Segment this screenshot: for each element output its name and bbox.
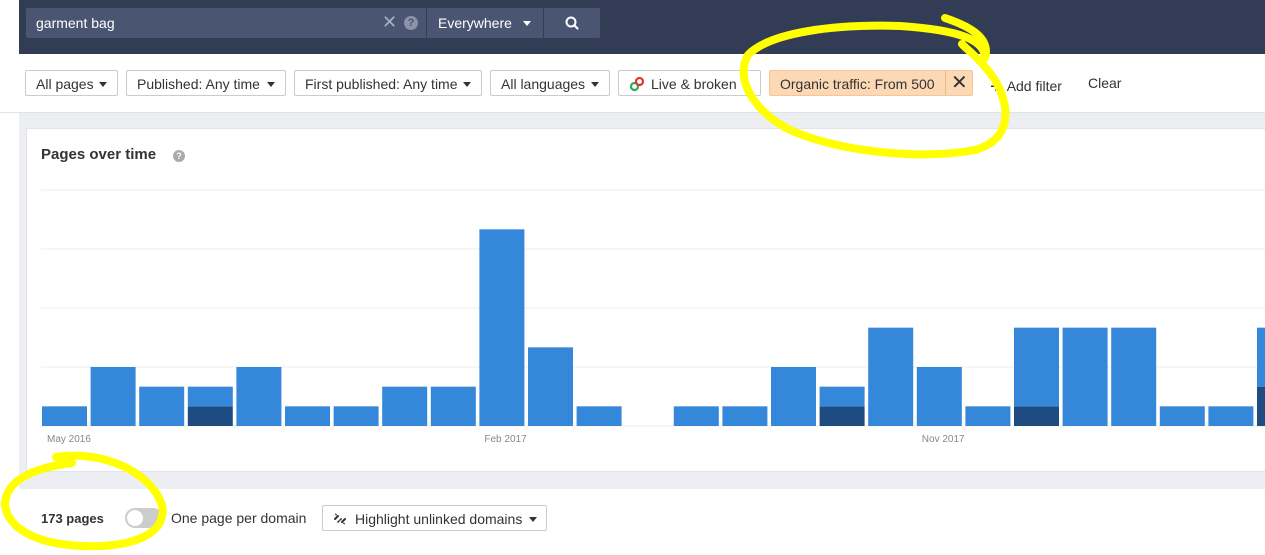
chevron-down-icon [741,82,749,87]
bar-dark-25[interactable] [1257,386,1265,426]
filter-organic-traffic-label: Organic traffic: From 500 [780,76,935,92]
pages-over-time-card: Pages over time ? May 2016 Feb 2017 Nov 20… [26,128,1265,472]
highlight-unlinked-domains-dropdown[interactable]: Highlight unlinked domains [322,505,547,531]
bar-dark-20[interactable] [1014,406,1059,426]
one-page-per-domain-toggle[interactable] [125,508,163,528]
link-status-icon [629,76,645,92]
card-title: Pages over time [41,146,157,163]
pages-over-time-chart: May 2016 Feb 2017 Nov 2017 [41,189,1265,445]
bar-light-20[interactable] [1014,327,1059,407]
filter-live-broken[interactable]: Live & broken [618,70,761,96]
bar-light-0[interactable] [42,406,87,426]
search-scope-dropdown[interactable]: Everywhere [427,8,543,38]
bar-light-4[interactable] [236,367,282,426]
filter-separator [945,71,946,95]
plus-icon: + [990,76,1002,98]
bar-light-18[interactable] [916,367,962,426]
bar-light-16[interactable] [819,386,865,407]
bar-light-25[interactable] [1257,327,1265,387]
bar-light-21[interactable] [1062,327,1108,426]
filter-languages[interactable]: All languages [490,70,610,96]
broken-link-icon [334,513,346,525]
filter-languages-label: All languages [501,76,586,92]
filter-organic-traffic[interactable]: Organic traffic: From 500 ✕ [769,70,973,96]
search-query[interactable]: garment bag [36,15,115,31]
filter-first-published-label: First published: Any time [305,76,458,92]
remove-filter-icon[interactable]: ✕ [951,72,968,94]
toggle-knob [127,510,143,526]
filter-published[interactable]: Published: Any time [126,70,286,96]
bar-light-24[interactable] [1208,406,1254,426]
x-tick-label: May 2016 [47,434,91,445]
page-count: 173 pages [41,511,104,526]
bar-light-11[interactable] [576,406,622,426]
filter-all-pages-label: All pages [36,76,94,92]
one-page-per-domain-label: One page per domain [171,510,307,526]
chevron-down-icon [523,21,531,26]
bar-light-6[interactable] [333,406,379,426]
bar-light-5[interactable] [285,406,330,426]
bar-light-23[interactable] [1159,406,1205,426]
chevron-down-icon [99,82,107,87]
x-tick-label: Nov 2017 [922,434,965,445]
search-input[interactable]: garment bag ✕ ? [26,8,426,38]
bar-dark-16[interactable] [819,406,865,426]
add-filter-label: Add filter [1006,78,1062,94]
search-icon [565,16,579,30]
bar-light-8[interactable] [430,386,476,426]
chevron-down-icon [267,82,275,87]
add-filter-button[interactable]: + Add filter [990,74,1062,98]
help-icon[interactable]: ? [173,150,185,162]
x-tick-label: Feb 2017 [484,434,527,445]
filter-all-pages[interactable]: All pages [25,70,118,96]
filter-bar: All pages Published: Any time First publ… [0,54,1265,113]
bar-light-22[interactable] [1111,327,1157,426]
bar-light-1[interactable] [90,367,136,426]
bar-light-15[interactable] [771,367,816,426]
filter-live-broken-label: Live & broken [651,76,737,92]
bar-light-7[interactable] [382,386,428,426]
top-search-bar: garment bag ✕ ? Everywhere [19,0,1265,54]
search-help-icon[interactable]: ? [404,16,418,30]
search-button[interactable] [544,8,600,38]
bar-dark-3[interactable] [187,406,233,426]
bar-light-17[interactable] [868,327,914,426]
filter-published-label: Published: Any time [137,76,260,92]
bar-light-9[interactable] [479,229,525,426]
search-scope-label: Everywhere [438,15,512,31]
chevron-down-icon [463,82,471,87]
filter-first-published[interactable]: First published: Any time [294,70,482,96]
bar-light-10[interactable] [528,347,573,426]
bar-light-13[interactable] [673,406,719,426]
bar-light-2[interactable] [139,386,185,426]
highlight-unlinked-domains-label: Highlight unlinked domains [355,511,523,527]
chevron-down-icon [591,82,599,87]
bar-light-19[interactable] [965,406,1011,426]
chevron-down-icon [529,517,537,522]
clear-filters-link[interactable]: Clear [1088,75,1121,91]
bar-light-3[interactable] [187,386,233,407]
clear-search-icon[interactable]: ✕ [382,12,397,32]
bar-light-14[interactable] [722,406,768,426]
